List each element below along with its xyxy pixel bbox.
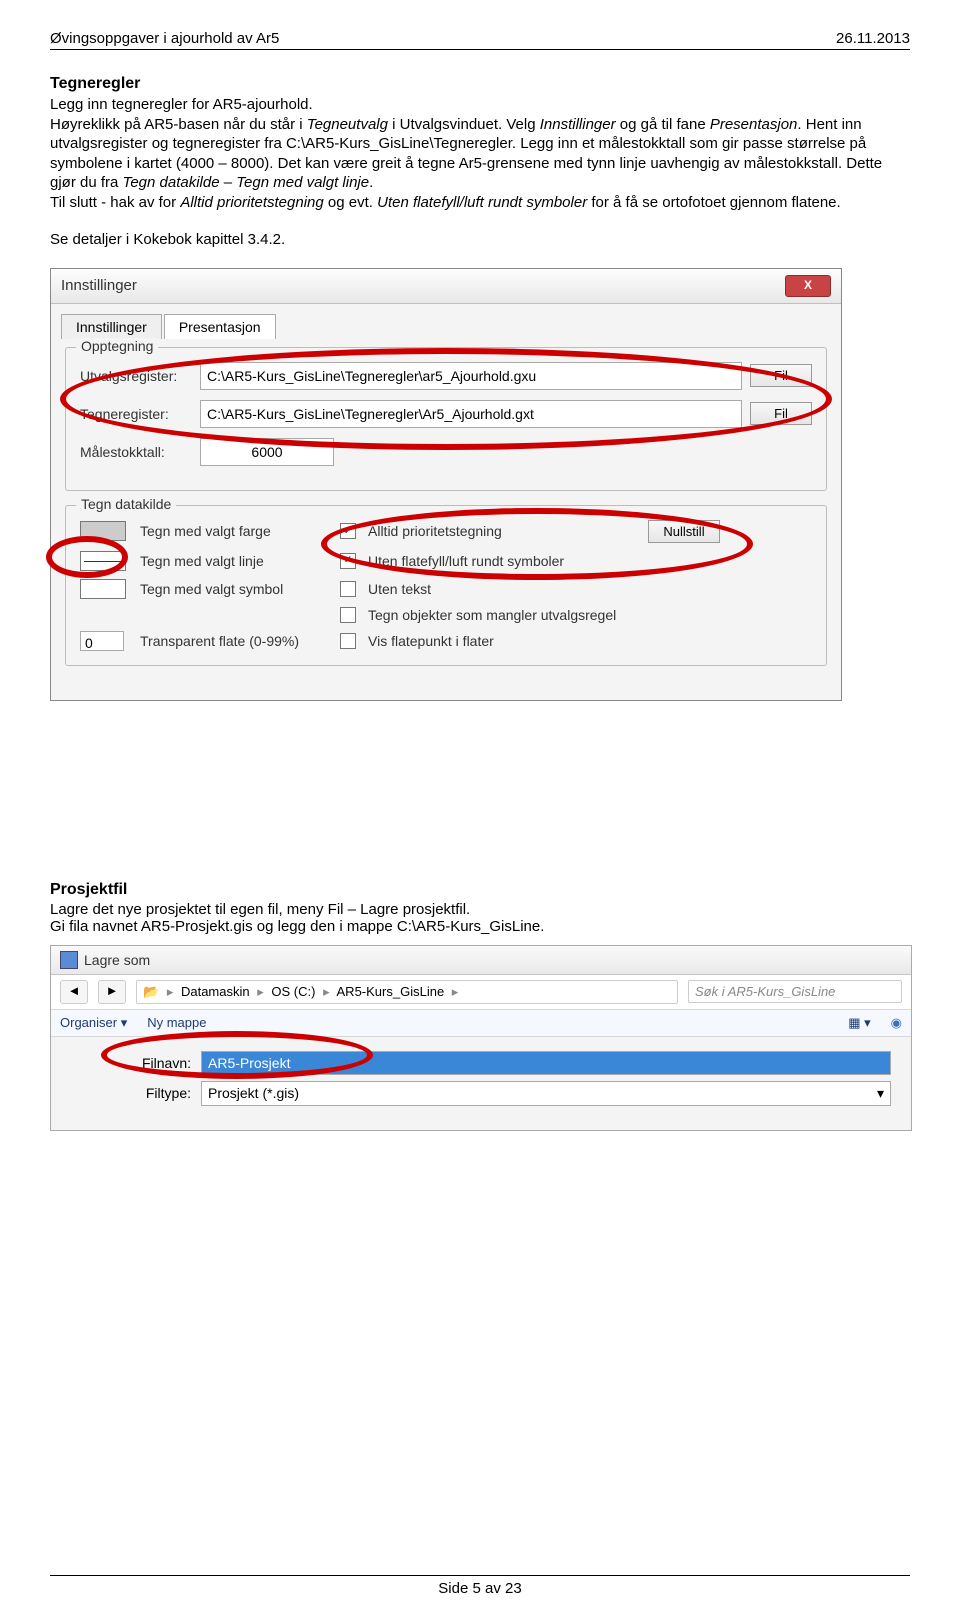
s1-i5: Tegn med valgt linje (236, 174, 369, 191)
lagre-title: Lagre som (84, 952, 150, 968)
s1-t2: i Utvalgsvinduet. Velg (388, 116, 540, 133)
innstillinger-dialog: Innstillinger X Innstillinger Presentasj… (50, 268, 842, 701)
lbl-mangler: Tegn objekter som mangler utvalgsregel (368, 607, 648, 623)
crumb-2[interactable]: OS (C:) (271, 984, 315, 999)
section1-title: Tegneregler (50, 75, 910, 93)
s1-t5: – (220, 174, 237, 191)
group-opptegning: Opptegning (76, 338, 158, 354)
breadcrumb[interactable]: 📂 ▸ Datamaskin ▸ OS (C:) ▸ AR5-Kurs_GisL… (136, 980, 678, 1004)
s1-t3: og gå til fane (616, 116, 710, 133)
chk-flatepunkt[interactable] (340, 633, 356, 649)
lbl-tegneregister: Tegneregister: (80, 406, 200, 422)
chk-mangler[interactable] (340, 607, 356, 623)
input-transparent[interactable]: 0 (80, 631, 124, 651)
input-utvalgsregister[interactable]: C:\AR5-Kurs_GisLine\Tegneregler\ar5_Ajou… (200, 362, 742, 390)
header-right: 26.11.2013 (836, 30, 910, 47)
btn-nullstill[interactable]: Nullstill (648, 520, 720, 543)
dialog-title: Innstillinger (61, 277, 137, 294)
crumb-3[interactable]: AR5-Kurs_GisLine (337, 984, 445, 999)
s1-i4: Tegn datakilde (123, 174, 220, 191)
nav-back-icon[interactable]: ◄ (60, 980, 88, 1004)
lbl-tegn-farge: Tegn med valgt farge (140, 523, 340, 539)
section2-title: Prosjektfil (50, 881, 910, 899)
folder-icon: 📂 (143, 984, 159, 999)
lbl-flatefyll: Uten flatefyll/luft rundt symboler (368, 553, 648, 569)
lbl-flatepunkt: Vis flatepunkt i flater (368, 633, 648, 649)
lbl-filnavn: Filnavn: (131, 1055, 191, 1071)
lbl-malestokktall: Målestokktall: (80, 444, 200, 460)
swatch-symbol[interactable] (80, 579, 126, 599)
header-left: Øvingsoppgaver i ajourhold av Ar5 (50, 30, 279, 47)
lbl-filtype: Filtype: (131, 1085, 191, 1101)
s1-p2-t3: for å få se ortofotoet gjennom flatene. (587, 194, 841, 211)
s1-t1: Høyreklikk på AR5-basen når du står i (50, 116, 307, 133)
s1-i1: Tegneutvalg (307, 116, 388, 133)
input-malestokktall[interactable]: 6000 (200, 438, 334, 466)
lagre-som-dialog: Lagre som ◄ ► 📂 ▸ Datamaskin ▸ OS (C:) ▸… (50, 945, 912, 1131)
s1-p2-i1: Alltid prioritetstegning (180, 194, 323, 211)
view-icon[interactable]: ▦ ▾ (848, 1015, 870, 1031)
tool-organiser[interactable]: Organiser ▾ (60, 1015, 127, 1031)
tool-nymappe[interactable]: Ny mappe (147, 1015, 206, 1030)
help-icon[interactable]: ◉ (891, 1015, 902, 1031)
lbl-transparent: Transparent flate (0-99%) (140, 633, 340, 649)
lbl-tegn-symbol: Tegn med valgt symbol (140, 581, 340, 597)
filtype-value: Prosjekt (*.gis) (208, 1085, 299, 1102)
section1-body: Legg inn tegneregler for AR5-ajourhold. … (50, 95, 910, 212)
chk-flatefyll[interactable] (340, 553, 356, 569)
s1-i2: Innstillinger (540, 116, 616, 133)
chk-prioritet[interactable] (340, 523, 356, 539)
input-filnavn[interactable]: AR5-Prosjekt (201, 1051, 891, 1075)
btn-fil-teg[interactable]: Fil (750, 402, 812, 425)
section2-line1: Lagre det nye prosjektet til egen fil, m… (50, 901, 910, 918)
select-filtype[interactable]: Prosjekt (*.gis) ▾ (201, 1081, 891, 1106)
s1-p3: Se detaljer i Kokebok kapittel 3.4.2. (50, 230, 910, 250)
search-input[interactable]: Søk i AR5-Kurs_GisLine (688, 980, 902, 1003)
page-footer: Side 5 av 23 (50, 1575, 910, 1597)
crumb-1[interactable]: Datamaskin (181, 984, 250, 999)
s1-t6: . (369, 174, 373, 191)
lbl-tegn-linje: Tegn med valgt linje (140, 553, 340, 569)
chk-utentekst[interactable] (340, 581, 356, 597)
swatch-farge[interactable] (80, 521, 126, 541)
s1-p2-t2: og evt. (324, 194, 377, 211)
lbl-prioritet: Alltid prioritetstegning (368, 523, 648, 539)
close-icon[interactable]: X (785, 275, 831, 297)
chevron-down-icon: ▾ (877, 1085, 884, 1102)
lbl-utvalgsregister: Utvalgsregister: (80, 368, 200, 384)
tab-presentasjon[interactable]: Presentasjon (164, 314, 276, 339)
lbl-utentekst: Uten tekst (368, 581, 648, 597)
s1-line1: Legg inn tegneregler for AR5-ajourhold. (50, 96, 313, 113)
swatch-linje[interactable] (80, 551, 126, 571)
nav-fwd-icon[interactable]: ► (98, 980, 126, 1004)
save-icon (60, 951, 78, 969)
btn-fil-utv[interactable]: Fil (750, 364, 812, 387)
s1-i3: Presentasjon (710, 116, 798, 133)
tab-innstillinger[interactable]: Innstillinger (61, 314, 162, 339)
input-tegneregister[interactable]: C:\AR5-Kurs_GisLine\Tegneregler\Ar5_Ajou… (200, 400, 742, 428)
s1-p2-i2: Uten flatefyll/luft rundt symboler (377, 194, 587, 211)
s1-p2-t1: Til slutt - hak av for (50, 194, 180, 211)
section2-line2: Gi fila navnet AR5-Prosjekt.gis og legg … (50, 918, 910, 935)
group-tegn-datakilde: Tegn datakilde (76, 496, 176, 512)
